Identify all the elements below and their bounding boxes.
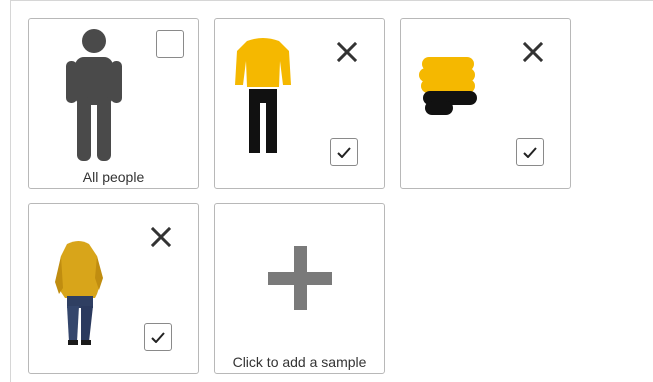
- close-icon[interactable]: [150, 226, 172, 248]
- tile-sample-colors[interactable]: [400, 18, 571, 189]
- clothes-sample-image: [235, 38, 291, 153]
- tile-all-people[interactable]: All people: [28, 18, 199, 189]
- check-icon: [337, 147, 351, 158]
- person-photo-sample-image: [55, 241, 103, 345]
- select-checkbox[interactable]: [330, 138, 358, 166]
- check-icon: [523, 147, 537, 158]
- close-icon[interactable]: [336, 41, 358, 63]
- select-checkbox[interactable]: [156, 30, 184, 58]
- select-checkbox[interactable]: [516, 138, 544, 166]
- tile-caption: All people: [82, 169, 145, 185]
- tile-sample-photo[interactable]: [28, 203, 199, 374]
- close-icon[interactable]: [522, 41, 544, 63]
- plus-icon: [268, 246, 332, 310]
- check-icon: [151, 332, 165, 343]
- person-icon: [66, 29, 122, 161]
- color-blob-sample-image: [419, 57, 477, 115]
- tile-sample-clothes[interactable]: [214, 18, 385, 189]
- add-sample-button[interactable]: Click to add a sample: [214, 203, 385, 374]
- add-sample-label: Click to add a sample: [232, 354, 367, 370]
- select-checkbox[interactable]: [144, 323, 172, 351]
